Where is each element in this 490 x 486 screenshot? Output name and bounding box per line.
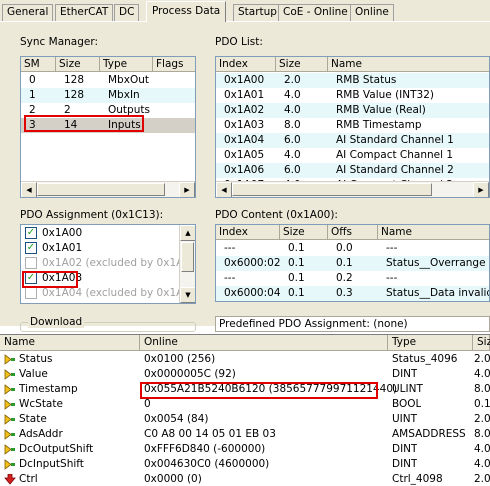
scroll-left-icon[interactable]: ◀ [216,182,232,197]
predefined-pdo-assignment[interactable]: Predefined PDO Assignment: (none) [215,316,490,332]
sm-col-header[interactable]: SM [21,57,56,72]
tab-general[interactable]: General [2,4,54,21]
pdo-list-row[interactable]: 0x1A03 8.0 RMB Timestamp [216,118,489,133]
size-col-header[interactable]: Size [280,225,328,240]
variable-row[interactable]: DcOutputShift 0xFFF6D840 (-600000) DINT … [0,442,490,457]
highlight-box [22,271,78,288]
pdo-assignment-item[interactable]: ✓ 0x1A01 [21,241,195,256]
online-col-header[interactable]: Online [140,335,388,351]
pdo-assignment-item[interactable]: ✓ 0x1A00 [21,226,195,241]
pdo-content-row[interactable]: 0x6000:02 0.1 0.1 Status__Overrange [216,256,489,271]
pdo-list-row[interactable]: 0x1A06 6.0 AI Standard Channel 2 [216,163,489,178]
pdo-list[interactable]: Index Size Name 0x1A00 2.0 RMB Status 0x1… [215,56,490,198]
tab-coe-online[interactable]: CoE - Online [278,4,353,21]
checkbox-icon[interactable]: ✓ [25,242,37,254]
input-var-icon [4,444,15,455]
pdo-content-label: PDO Content (0x1A00): [215,209,338,221]
variable-row[interactable]: State 0x0054 (84) UINT 2.0 [0,412,490,427]
checkbox-icon[interactable] [25,287,37,299]
variable-row[interactable]: Status 0x0100 (256) Status_4096 2.0 [0,352,490,367]
pdo-list-row[interactable]: 0x1A05 4.0 AI Compact Channel 1 [216,148,489,163]
pdo-assignment-item[interactable]: 0x1A02 (excluded by 0x1A01) [21,256,195,271]
name-col-header[interactable]: Name [378,225,489,240]
tab-strip: General EtherCAT DC Process Data Startup… [0,0,490,22]
tab-online[interactable]: Online [350,4,394,21]
type-col-header[interactable]: Type [100,57,153,72]
input-var-icon [4,459,15,470]
variable-row[interactable]: Ctrl 0x0000 (0) Ctrl_4098 2.0 [0,472,490,486]
scroll-thumb[interactable] [181,242,194,272]
offs-col-header[interactable]: Offs [328,225,378,240]
input-var-icon [4,384,15,395]
input-var-icon [4,414,15,425]
checkbox-icon[interactable]: ✓ [25,227,37,239]
input-var-icon [4,429,15,440]
flags-col-header[interactable]: Flags [153,57,195,72]
name-col-header[interactable]: Name [0,335,140,351]
pdo-list-row[interactable]: 0x1A04 6.0 AI Standard Channel 1 [216,133,489,148]
variable-row[interactable]: DcInputShift 0x004630C0 (4600000) DINT 4… [0,457,490,472]
pdo-assignment-vscroll[interactable]: ▲ ▼ [179,225,195,303]
size-col-header[interactable]: Size [56,57,100,72]
pdo-list-hscroll[interactable]: ◀ ▶ [216,181,489,197]
scroll-down-icon[interactable]: ▼ [180,287,195,303]
pdo-content-list[interactable]: Index Size Offs Name --- 0.1 0.0 --- 0x60… [215,224,490,302]
tab-ethercat[interactable]: EtherCAT [55,4,114,21]
tab-startup[interactable]: Startup [233,4,282,21]
pdo-content-row[interactable]: --- 0.1 0.2 --- [216,271,489,286]
scroll-right-icon[interactable]: ▶ [179,182,195,197]
pdo-assignment-list[interactable]: ✓ 0x1A00 ✓ 0x1A01 0x1A02 (excluded by 0x1A01… [20,224,196,304]
process-data-panel: Sync Manager: SM Size Type Flags 0 128 M… [0,21,490,332]
sync-manager-row[interactable]: 1 128 MbxIn [21,88,195,103]
checkbox-icon[interactable] [25,257,37,269]
highlight-box [24,115,144,132]
tab-process-data[interactable]: Process Data [146,1,227,22]
scroll-left-icon[interactable]: ◀ [21,182,37,197]
scroll-right-icon[interactable]: ▶ [473,182,489,197]
output-var-icon [4,474,16,485]
size-col-header[interactable]: Size [473,335,490,351]
pdo-list-row[interactable]: 0x1A02 4.0 RMB Value (Real) [216,103,489,118]
variable-row[interactable]: AdsAddr C0 A8 00 14 05 01 EB 03 AMSADDRE… [0,427,490,442]
input-var-icon [4,369,15,380]
scroll-thumb[interactable] [37,183,165,196]
pdo-content-row[interactable]: 0x6000:04 0.1 0.3 Status__Data invalid [216,286,489,301]
highlight-box [140,382,378,399]
index-col-header[interactable]: Index [216,225,280,240]
index-col-header[interactable]: Index [216,57,276,72]
size-col-header[interactable]: Size [276,57,328,72]
sync-manager-row[interactable]: 0 128 MbxOut [21,73,195,88]
pdo-list-label: PDO List: [215,36,263,48]
variable-row[interactable]: Value 0x0000005C (92) DINT 4.0 [0,367,490,382]
tab-dc[interactable]: DC [114,4,140,21]
pdo-assignment-label: PDO Assignment (0x1C13): [20,209,164,221]
variable-row[interactable]: WcState 0 BOOL 0.1 [0,397,490,412]
pdo-content-row[interactable]: --- 0.1 0.0 --- [216,241,489,256]
download-label: Download [28,316,85,328]
scroll-thumb[interactable] [232,183,432,196]
type-col-header[interactable]: Type [388,335,473,351]
sync-manager-label: Sync Manager: [20,36,99,48]
pdo-content-row[interactable]: 0.2 [216,301,489,302]
pdo-list-row[interactable]: 0x1A01 4.0 RMB Value (INT32) [216,88,489,103]
scroll-up-icon[interactable]: ▲ [180,225,195,241]
input-var-icon [4,399,15,410]
variables-table: Name Online Type Size Status 0x0100 (256… [0,334,490,486]
pdo-list-row[interactable]: 0x1A00 2.0 RMB Status [216,73,489,88]
pdo-assignment-item[interactable]: 0x1A04 (excluded by 0x1A03) [21,286,195,301]
name-col-header[interactable]: Name [328,57,489,72]
sync-manager-hscroll[interactable]: ◀ ▶ [21,181,195,197]
input-var-icon [4,354,15,365]
